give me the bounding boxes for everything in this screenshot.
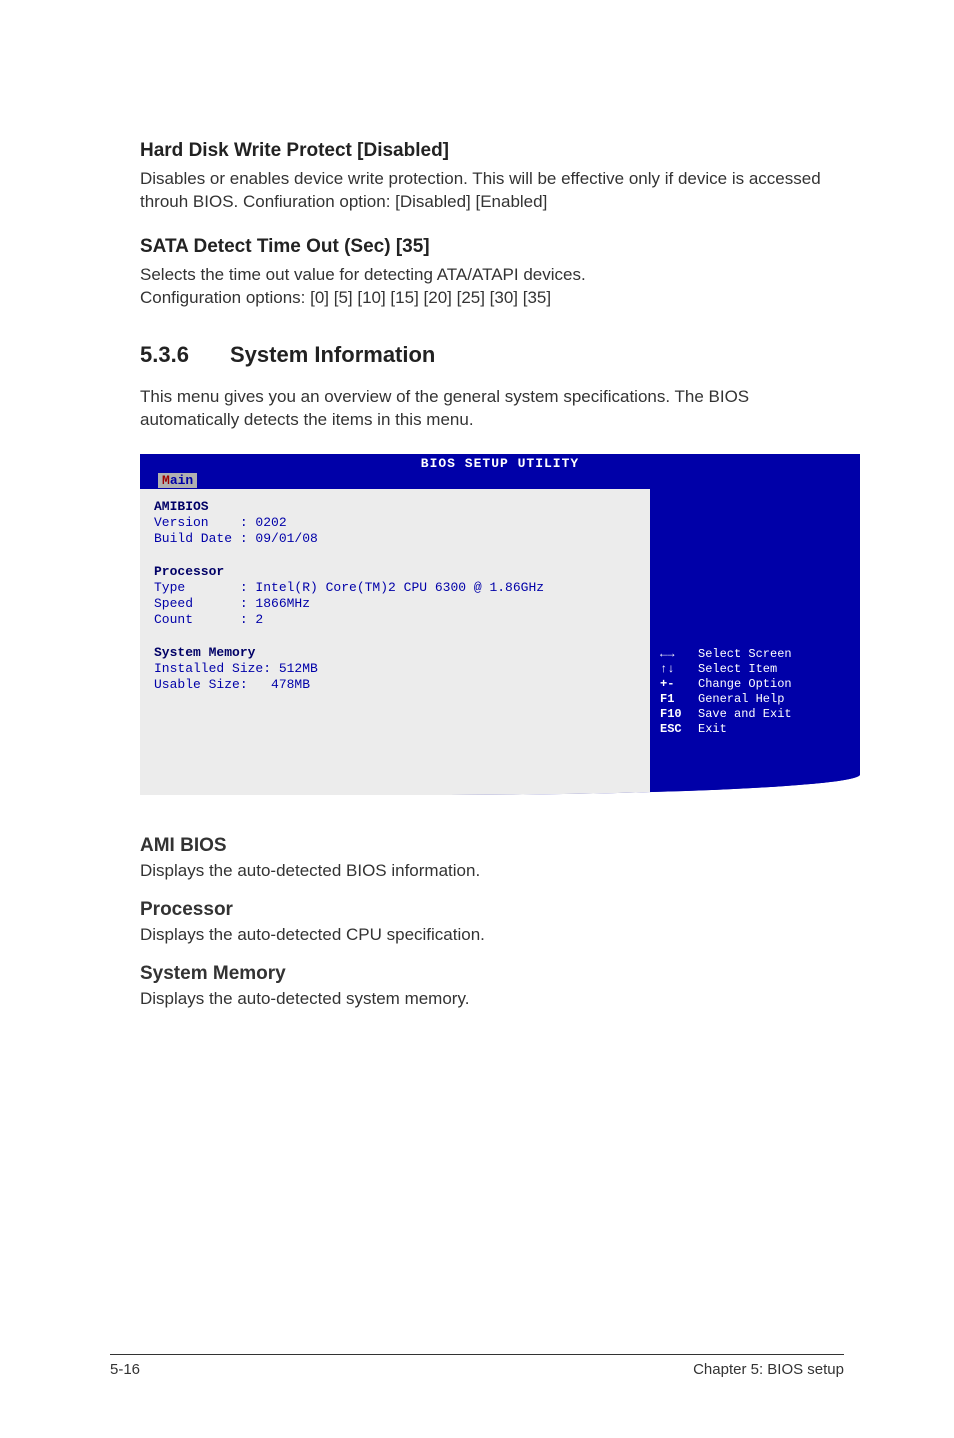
hd-write-protect-title: Hard Disk Write Protect [Disabled]: [140, 140, 844, 162]
mem-installed: Installed Size: 512MB: [154, 661, 318, 676]
bios-tab-main[interactable]: Main: [158, 473, 197, 488]
proc-type: Type : Intel(R) Core(TM)2 CPU 6300 @ 1.8…: [154, 580, 544, 595]
page-footer: 5-16 Chapter 5: BIOS setup: [110, 1354, 844, 1378]
system-memory-desc: Displays the auto-detected system memory…: [140, 989, 844, 1009]
system-memory-title: System Memory: [140, 963, 844, 985]
page-number: 5-16: [110, 1361, 140, 1378]
processor-title: Processor: [140, 899, 844, 921]
bios-help-pane: ←→Select Screen ↑↓Select Item +-Change O…: [650, 489, 860, 795]
section-intro: This menu gives you an overview of the g…: [140, 386, 844, 432]
help-desc-save: Save and Exit: [698, 707, 792, 721]
bios-body: AMIBIOS Version : 0202 Build Date : 09/0…: [140, 489, 860, 795]
amibios-header: AMIBIOS: [154, 499, 209, 514]
help-desc-screen: Select Screen: [698, 647, 792, 661]
bios-tab-rest: ain: [170, 473, 193, 488]
help-desc-change: Change Option: [698, 677, 792, 691]
ami-section: AMI BIOS Displays the auto-detected BIOS…: [140, 835, 844, 1009]
sata-detect-body: Selects the time out value for detecting…: [140, 264, 844, 310]
ami-bios-desc: Displays the auto-detected BIOS informat…: [140, 861, 844, 881]
section-number: 5.3.6: [140, 342, 230, 368]
bios-title: BIOS SETUP UTILITY: [140, 454, 860, 471]
help-key-f10: F10: [660, 707, 698, 722]
hd-write-protect-body: Disables or enables device write protect…: [140, 168, 844, 214]
bios-builddate: Build Date : 09/01/08: [154, 531, 318, 546]
help-desc-help: General Help: [698, 692, 784, 706]
bios-screenshot: BIOS SETUP UTILITY Main AMIBIOS Version …: [140, 454, 860, 795]
memory-header: System Memory: [154, 645, 255, 660]
sata-line1: Selects the time out value for detecting…: [140, 265, 586, 284]
help-key-ud: ↑↓: [660, 662, 698, 677]
help-desc-exit: Exit: [698, 722, 727, 736]
proc-speed: Speed : 1866MHz: [154, 596, 310, 611]
processor-header: Processor: [154, 564, 224, 579]
section-heading: 5.3.6System Information: [140, 342, 844, 368]
section-title: System Information: [230, 342, 435, 367]
ami-bios-title: AMI BIOS: [140, 835, 844, 857]
proc-count: Count : 2: [154, 612, 263, 627]
sata-line2: Configuration options: [0] [5] [10] [15]…: [140, 288, 551, 307]
help-key-f1: F1: [660, 692, 698, 707]
help-key-esc: ESC: [660, 722, 698, 737]
mem-usable: Usable Size: 478MB: [154, 677, 310, 692]
bios-tab-hotkey: M: [162, 473, 170, 488]
bios-tabrow: Main: [140, 471, 860, 489]
sata-detect-title: SATA Detect Time Out (Sec) [35]: [140, 236, 844, 258]
bios-version: Version : 0202: [154, 515, 287, 530]
help-key-lr: ←→: [660, 647, 698, 662]
chapter-label: Chapter 5: BIOS setup: [693, 1361, 844, 1378]
bios-help-list: ←→Select Screen ↑↓Select Item +-Change O…: [660, 647, 850, 737]
processor-desc: Displays the auto-detected CPU specifica…: [140, 925, 844, 945]
help-desc-item: Select Item: [698, 662, 777, 676]
help-key-pm: +-: [660, 677, 698, 692]
bios-left-pane: AMIBIOS Version : 0202 Build Date : 09/0…: [140, 489, 650, 795]
